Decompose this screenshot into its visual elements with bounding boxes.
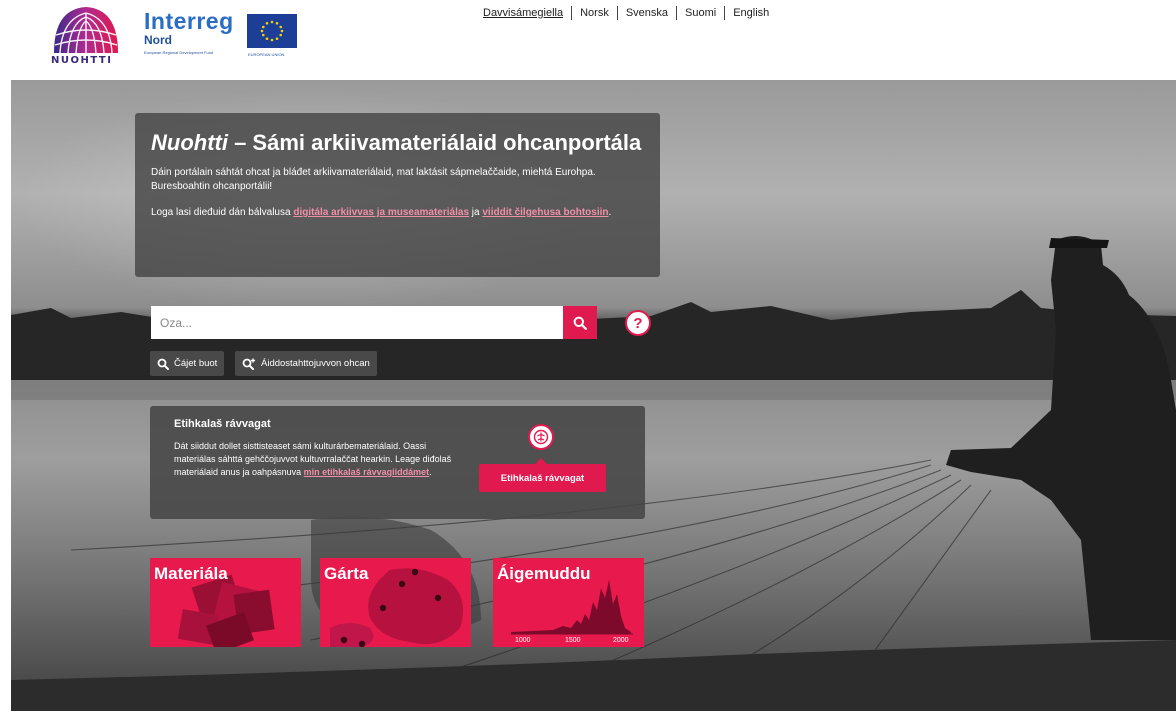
- results-explanation-link[interactable]: viiddit čilgehusa bohtosiin: [482, 207, 608, 218]
- search-icon: [573, 316, 587, 330]
- language-switcher: Davvisámegiella Norsk Svenska Suomi Engl…: [483, 6, 777, 20]
- search-input[interactable]: Oza...: [151, 306, 563, 339]
- show-all-button[interactable]: Čájet buot: [150, 351, 225, 376]
- intro-more-info: Loga lasi dieđuid dán bálvalusa digitála…: [151, 207, 612, 218]
- help-button[interactable]: ?: [625, 310, 651, 336]
- tile-map[interactable]: Gárta: [320, 558, 471, 647]
- tile-timeline[interactable]: 1000 1500 2000 Áigemuddu: [493, 558, 644, 647]
- interreg-title: Interreg: [144, 8, 234, 34]
- lang-english[interactable]: English: [725, 6, 777, 20]
- ethics-text: Dát siiddut dollet sisttisteaset sámi ku…: [174, 441, 452, 477]
- nuohtti-logo-text: NUOHTTI: [51, 55, 113, 66]
- interreg-fund-text: European Regional Development Fund: [144, 50, 214, 55]
- timeline-tick: 2000: [613, 637, 629, 644]
- ethics-guidelines-button[interactable]: Etihkalaš rávvagat: [479, 458, 606, 492]
- page-title: Nuohtti – Sámi arkiivamateriálaid ohcanp…: [151, 130, 642, 155]
- hero-background-photo: Nuohtti – Sámi arkiivamateriálaid ohcanp…: [11, 80, 1176, 711]
- help-icon: ?: [633, 314, 643, 332]
- lang-davvisamegiella[interactable]: Davvisámegiella: [483, 6, 571, 20]
- timeline-tick: 1500: [565, 637, 581, 644]
- ethics-guidelines-link[interactable]: min etihkalaš rávvagiiddámet: [304, 467, 430, 477]
- lang-norsk[interactable]: Norsk: [572, 6, 617, 20]
- interreg-subtitle: Nord: [144, 33, 172, 47]
- digital-archive-link[interactable]: digitála arkiivvas ja museamateriálas: [293, 207, 469, 218]
- interreg-logo[interactable]: Interreg Nord European Regional Developm…: [144, 8, 234, 56]
- search-button[interactable]: [563, 306, 597, 339]
- advanced-search-button[interactable]: Áiddostahttojuvvon ohcan: [235, 351, 377, 376]
- tile-map-label: Gárta: [324, 564, 369, 583]
- nuohtti-arch-icon: [54, 7, 118, 54]
- eu-flag-icon: [247, 14, 297, 48]
- ethics-panel: Etihkalaš rávvagat Dát siiddut dollet si…: [150, 406, 645, 519]
- lang-svenska[interactable]: Svenska: [618, 6, 676, 20]
- ethics-title: Etihkalaš rávvagat: [174, 418, 271, 430]
- site-header: NUOHTTI Interreg Nord European Regional …: [0, 0, 1176, 80]
- search-plus-icon: [242, 358, 256, 370]
- lang-suomi[interactable]: Suomi: [677, 6, 724, 20]
- intro-panel: Nuohtti – Sámi arkiivamateriálaid ohcanp…: [135, 113, 660, 277]
- intro-text: Dáin portálain sáhtát ohcat ja bláđet ar…: [151, 167, 596, 192]
- search-icon: [157, 358, 169, 370]
- search-bar: Oza...: [151, 306, 597, 339]
- timeline-tick: 1000: [515, 637, 531, 644]
- ethics-emblem-icon: [528, 424, 554, 450]
- eu-label: EUROPEAN UNION: [248, 52, 285, 57]
- tile-material-label: Materiála: [154, 564, 228, 583]
- tile-material[interactable]: Materiála: [150, 558, 301, 647]
- tile-timeline-label: Áigemuddu: [497, 564, 591, 583]
